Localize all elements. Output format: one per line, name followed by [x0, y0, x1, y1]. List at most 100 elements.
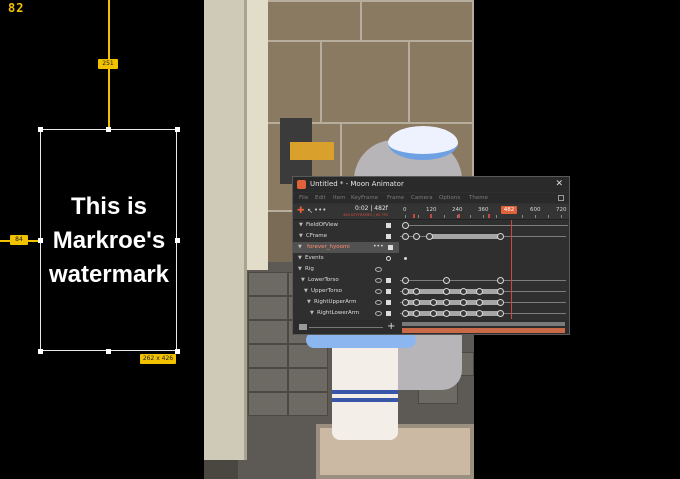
- resize-handle-top-right[interactable]: [175, 127, 180, 132]
- keyframe[interactable]: [443, 299, 450, 306]
- keyframe[interactable]: [430, 299, 437, 306]
- keyframe-toggle-icon[interactable]: [386, 311, 391, 316]
- keyframe[interactable]: [402, 277, 409, 284]
- keyframe-toggle-icon[interactable]: [386, 234, 391, 239]
- character-stripe: [332, 398, 398, 402]
- visibility-eye-icon[interactable]: [375, 300, 382, 305]
- expand-arrow-icon[interactable]: ▼: [310, 308, 314, 319]
- expand-arrow-icon[interactable]: ▼: [301, 275, 305, 286]
- track-rightupperarm[interactable]: ▼ RightUpperArm: [293, 297, 399, 308]
- track-uppertorso[interactable]: ▼ UpperTorso: [293, 286, 399, 297]
- menu-file[interactable]: File: [299, 193, 308, 203]
- visibility-eye-icon[interactable]: [375, 311, 382, 316]
- keyframe[interactable]: [476, 310, 483, 317]
- window-settings-icon[interactable]: [558, 195, 564, 201]
- keyframe[interactable]: [497, 277, 504, 284]
- keyframe-toggle-icon[interactable]: [388, 245, 393, 250]
- keyframe[interactable]: [476, 299, 483, 306]
- menu-item[interactable]: Item: [333, 193, 346, 203]
- track-rig[interactable]: ▼ Rig: [293, 264, 399, 275]
- resize-handle-bottom[interactable]: [106, 349, 111, 354]
- keyframe[interactable]: [443, 277, 450, 284]
- keyframe[interactable]: [413, 299, 420, 306]
- keyframe[interactable]: [402, 310, 409, 317]
- track-rightlowerarm[interactable]: ▼ RightLowerArm: [293, 308, 399, 319]
- keyframe-toggle-icon[interactable]: [386, 278, 391, 283]
- expand-arrow-icon[interactable]: ▼: [298, 264, 302, 275]
- keyframe[interactable]: [497, 288, 504, 295]
- select-cursor-icon[interactable]: ↖: [307, 206, 313, 216]
- menu-frame[interactable]: Frame: [387, 193, 404, 203]
- keyframe[interactable]: [402, 288, 409, 295]
- visibility-eye-icon[interactable]: [375, 267, 382, 272]
- keyframe[interactable]: [476, 288, 483, 295]
- keyframe[interactable]: [443, 310, 450, 317]
- track-fieldofview[interactable]: ▼ FieldOfView: [293, 220, 399, 231]
- resize-handle-bottom-left[interactable]: [38, 349, 43, 354]
- keyframe[interactable]: [460, 288, 467, 295]
- character-stripe: [332, 390, 398, 394]
- more-options-icon[interactable]: •••: [314, 205, 326, 215]
- resize-handle-bottom-right[interactable]: [175, 349, 180, 354]
- keyframe[interactable]: [426, 233, 433, 240]
- track-lowertorso[interactable]: ▼ LowerTorso: [293, 275, 399, 286]
- menu-theme[interactable]: Theme: [469, 193, 488, 203]
- menu-camera[interactable]: Camera: [411, 193, 433, 203]
- timeline-row: [400, 286, 566, 297]
- expand-arrow-icon[interactable]: ▼: [299, 220, 303, 231]
- character-hat: [388, 126, 458, 160]
- zoom-in-icon[interactable]: +: [387, 320, 395, 333]
- doorframe: [204, 0, 247, 460]
- timeline-scrollbar[interactable]: [402, 322, 565, 326]
- keyframe[interactable]: [460, 310, 467, 317]
- resize-handle-top-left[interactable]: [38, 127, 43, 132]
- keyframe-toggle-icon[interactable]: [386, 300, 391, 305]
- keyframe-toggle-icon[interactable]: [386, 223, 391, 228]
- track-scroll-thumb[interactable]: [299, 324, 307, 330]
- keyframe[interactable]: [402, 233, 409, 240]
- track-cframe[interactable]: ▼ CFrame: [293, 231, 399, 242]
- top-distance-tag: 251: [98, 59, 118, 69]
- keyframe[interactable]: [443, 288, 450, 295]
- resize-handle-top[interactable]: [106, 127, 111, 132]
- playhead[interactable]: [511, 220, 512, 319]
- keyframe[interactable]: [497, 299, 504, 306]
- keyframe[interactable]: [413, 310, 420, 317]
- expand-arrow-icon[interactable]: ▼: [299, 231, 303, 242]
- add-track-icon[interactable]: ✚: [297, 206, 305, 216]
- timeline-area[interactable]: [400, 220, 569, 319]
- frame-subinfo: 480 KEYFRAMES | 60 FPS: [343, 213, 389, 217]
- track-scroll-bar[interactable]: [309, 327, 383, 328]
- menu-edit[interactable]: Edit: [315, 193, 326, 203]
- keyframe[interactable]: [413, 288, 420, 295]
- timeline-row: [400, 220, 568, 231]
- keyframe[interactable]: [497, 233, 504, 240]
- current-frame-marker[interactable]: 482: [501, 206, 517, 214]
- keyframe[interactable]: [460, 299, 467, 306]
- track-forever-hyoomi[interactable]: ▼ forever_hyoomi •••: [293, 242, 399, 253]
- expand-arrow-icon[interactable]: ▼: [298, 253, 302, 264]
- expand-arrow-icon[interactable]: ▼: [307, 297, 311, 308]
- visibility-eye-icon[interactable]: [375, 289, 382, 294]
- event-marker[interactable]: [404, 257, 407, 260]
- menu-options[interactable]: Options: [439, 193, 460, 203]
- window-titlebar[interactable]: Untitled * - Moon Animator ✕: [293, 177, 569, 192]
- expand-arrow-icon[interactable]: ▼: [304, 286, 308, 297]
- moon-animator-icon: [297, 180, 306, 189]
- moon-animator-window[interactable]: Untitled * - Moon Animator ✕ File Edit I…: [292, 176, 570, 335]
- keyframe-toggle-icon[interactable]: [386, 289, 391, 294]
- track-events[interactable]: ▼ Events: [293, 253, 399, 264]
- keyframe[interactable]: [402, 299, 409, 306]
- expand-arrow-icon[interactable]: ▼: [298, 242, 302, 253]
- timeline-progress-bar[interactable]: [402, 328, 565, 333]
- close-icon[interactable]: ✕: [555, 178, 563, 190]
- keyframe[interactable]: [430, 310, 437, 317]
- event-marker-icon[interactable]: [386, 256, 391, 261]
- keyframe[interactable]: [497, 310, 504, 317]
- more-options-icon[interactable]: •••: [373, 242, 384, 252]
- editor-overlay-pane: 82 251 84 This is Markroe's watermark 26…: [0, 0, 204, 479]
- menu-keyframe[interactable]: KeyFrame: [351, 193, 378, 203]
- keyframe[interactable]: [402, 222, 409, 229]
- keyframe[interactable]: [413, 233, 420, 240]
- visibility-eye-icon[interactable]: [375, 278, 382, 283]
